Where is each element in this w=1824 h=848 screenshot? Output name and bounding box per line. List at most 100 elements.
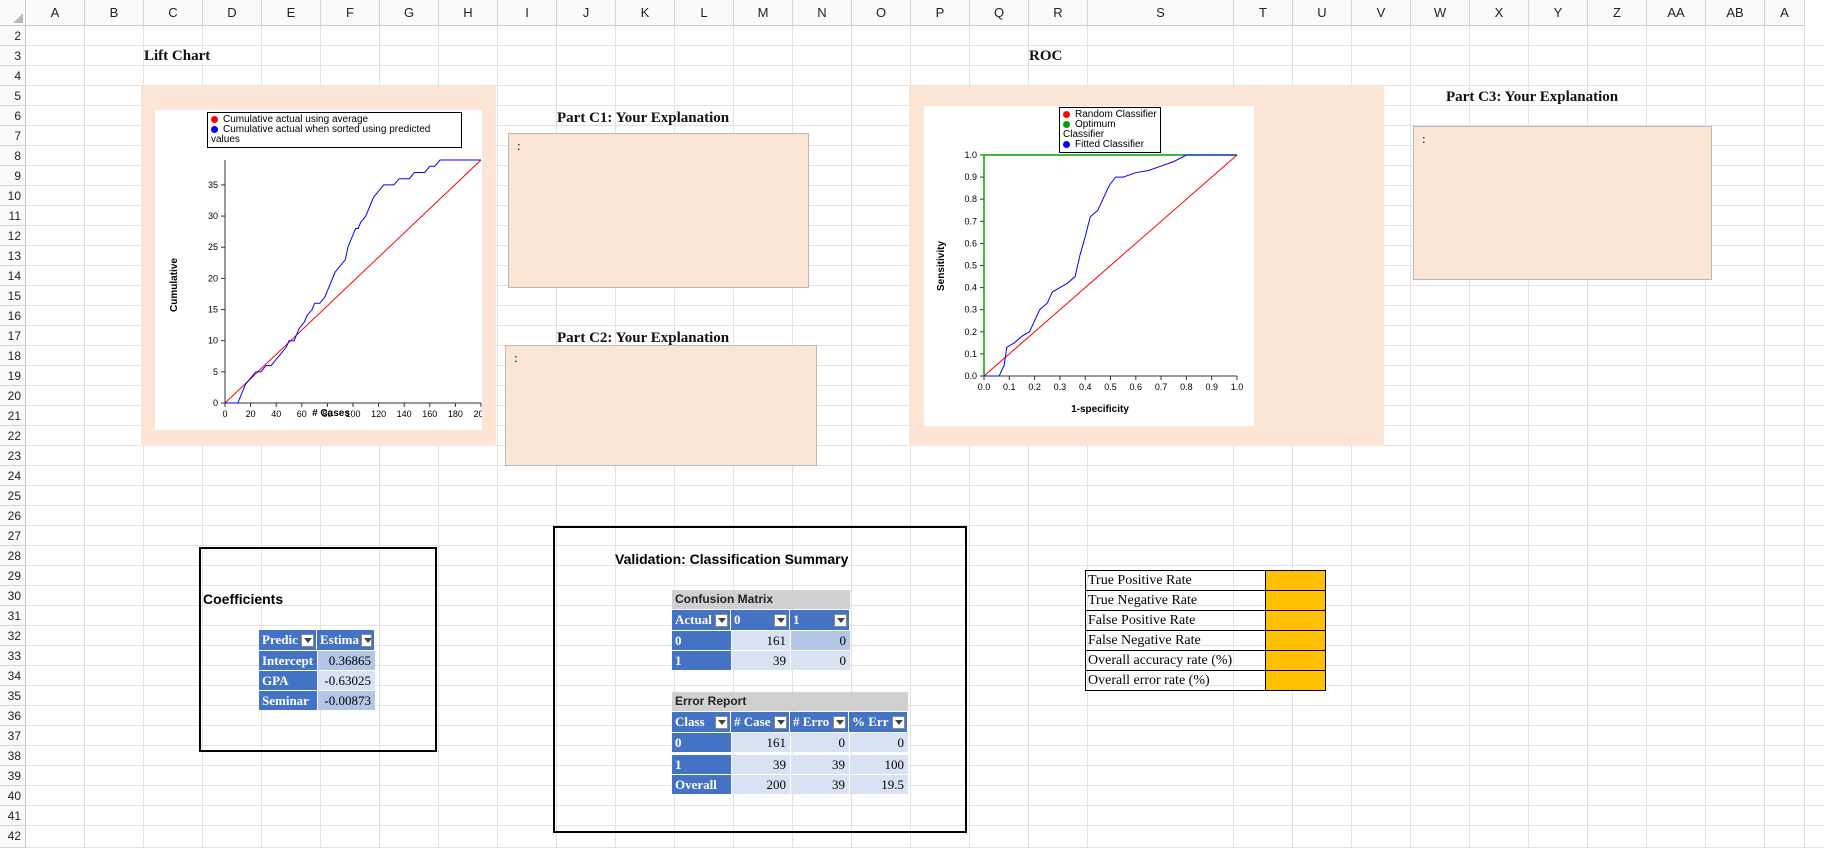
- row-header[interactable]: 2: [0, 26, 26, 46]
- row-header[interactable]: 19: [0, 366, 26, 386]
- er-cell[interactable]: 19.5: [849, 774, 908, 794]
- er-row-label[interactable]: Overall: [672, 774, 731, 794]
- rate-value-cell[interactable]: [1265, 650, 1326, 671]
- er-cell[interactable]: 39: [790, 754, 849, 774]
- column-header[interactable]: H: [439, 0, 498, 26]
- row-header[interactable]: 8: [0, 146, 26, 166]
- er-cell[interactable]: 39: [790, 774, 849, 794]
- row-header[interactable]: 24: [0, 466, 26, 486]
- row-header[interactable]: 30: [0, 586, 26, 606]
- column-header[interactable]: X: [1470, 0, 1529, 26]
- filter-dropdown-icon[interactable]: [301, 633, 314, 647]
- column-header[interactable]: V: [1352, 0, 1411, 26]
- column-header[interactable]: Y: [1529, 0, 1588, 26]
- rate-value-cell[interactable]: [1265, 630, 1326, 651]
- row-header[interactable]: 22: [0, 426, 26, 446]
- row-header[interactable]: 26: [0, 506, 26, 526]
- cm-cell[interactable]: 161: [731, 630, 790, 650]
- filter-dropdown-icon[interactable]: [774, 715, 787, 729]
- er-cell[interactable]: 0: [790, 732, 849, 752]
- coef-row-value[interactable]: -0.00873: [317, 690, 375, 710]
- coef-row-label[interactable]: GPA: [259, 670, 317, 690]
- column-header[interactable]: B: [85, 0, 144, 26]
- er-cell[interactable]: 161: [731, 732, 790, 752]
- row-header[interactable]: 27: [0, 526, 26, 546]
- filter-dropdown-icon[interactable]: [361, 633, 372, 647]
- column-header[interactable]: Q: [970, 0, 1029, 26]
- cm-row-label[interactable]: 1: [672, 650, 731, 670]
- filter-dropdown-icon[interactable]: [715, 715, 728, 729]
- row-header[interactable]: 31: [0, 606, 26, 626]
- select-all-corner[interactable]: [0, 0, 26, 26]
- row-header[interactable]: 37: [0, 726, 26, 746]
- row-header[interactable]: 4: [0, 66, 26, 86]
- row-header[interactable]: 18: [0, 346, 26, 366]
- er-header-errors[interactable]: # Erro: [790, 712, 849, 732]
- column-header[interactable]: G: [380, 0, 439, 26]
- row-header[interactable]: 14: [0, 266, 26, 286]
- cm-header-1[interactable]: 1: [790, 610, 850, 630]
- row-header[interactable]: 33: [0, 646, 26, 666]
- coef-header-estimate[interactable]: Estima: [317, 630, 375, 650]
- er-row-label[interactable]: 1: [672, 754, 731, 774]
- column-header[interactable]: AA: [1647, 0, 1706, 26]
- row-header[interactable]: 29: [0, 566, 26, 586]
- coef-header-predictor[interactable]: Predic: [259, 630, 317, 650]
- cm-cell[interactable]: 0: [790, 630, 850, 650]
- row-header[interactable]: 11: [0, 206, 26, 226]
- column-header[interactable]: R: [1029, 0, 1088, 26]
- rate-value-cell[interactable]: [1265, 670, 1326, 691]
- row-header[interactable]: 3: [0, 46, 26, 66]
- column-header[interactable]: C: [144, 0, 203, 26]
- cm-header-actual[interactable]: Actual: [672, 610, 731, 630]
- column-header[interactable]: D: [203, 0, 262, 26]
- lift-chart-area[interactable]: 0204060801001201401601802000510152025303…: [141, 86, 496, 446]
- er-cell[interactable]: 200: [731, 774, 790, 794]
- row-header[interactable]: 12: [0, 226, 26, 246]
- column-header[interactable]: P: [911, 0, 970, 26]
- row-header[interactable]: 32: [0, 626, 26, 646]
- column-header[interactable]: E: [262, 0, 321, 26]
- column-header[interactable]: I: [498, 0, 557, 26]
- row-header[interactable]: 6: [0, 106, 26, 126]
- rate-value-cell[interactable]: [1265, 570, 1326, 591]
- filter-dropdown-icon[interactable]: [833, 715, 846, 729]
- filter-dropdown-icon[interactable]: [892, 715, 905, 729]
- er-cell[interactable]: 39: [731, 754, 790, 774]
- row-header[interactable]: 15: [0, 286, 26, 306]
- row-header[interactable]: 40: [0, 786, 26, 806]
- column-header[interactable]: Z: [1588, 0, 1647, 26]
- coef-row-value[interactable]: 0.36865: [317, 650, 375, 670]
- er-cell[interactable]: 100: [849, 754, 908, 774]
- column-header[interactable]: U: [1293, 0, 1352, 26]
- column-header[interactable]: O: [852, 0, 911, 26]
- row-header[interactable]: 34: [0, 666, 26, 686]
- row-header[interactable]: 36: [0, 706, 26, 726]
- row-header[interactable]: 16: [0, 306, 26, 326]
- row-header[interactable]: 17: [0, 326, 26, 346]
- column-header[interactable]: J: [557, 0, 616, 26]
- column-header[interactable]: T: [1234, 0, 1293, 26]
- er-row-label[interactable]: 0: [672, 732, 731, 752]
- row-header[interactable]: 23: [0, 446, 26, 466]
- row-header[interactable]: 9: [0, 166, 26, 186]
- cm-row-label[interactable]: 0: [672, 630, 731, 650]
- row-header[interactable]: 5: [0, 86, 26, 106]
- er-header-class[interactable]: Class: [672, 712, 731, 732]
- column-header[interactable]: W: [1411, 0, 1470, 26]
- column-header[interactable]: L: [675, 0, 734, 26]
- column-header[interactable]: K: [616, 0, 675, 26]
- er-cell[interactable]: 0: [849, 732, 908, 752]
- row-header[interactable]: 7: [0, 126, 26, 146]
- cm-cell[interactable]: 39: [731, 650, 790, 670]
- part-c1-textbox[interactable]: :: [508, 133, 809, 288]
- column-header[interactable]: F: [321, 0, 380, 26]
- coef-row-value[interactable]: -0.63025: [317, 670, 375, 690]
- row-header[interactable]: 35: [0, 686, 26, 706]
- er-header-pct[interactable]: % Err: [849, 712, 908, 732]
- row-header[interactable]: 13: [0, 246, 26, 266]
- filter-dropdown-icon[interactable]: [715, 613, 728, 627]
- er-header-cases[interactable]: # Case: [731, 712, 790, 732]
- column-header[interactable]: N: [793, 0, 852, 26]
- cm-header-0[interactable]: 0: [731, 610, 790, 630]
